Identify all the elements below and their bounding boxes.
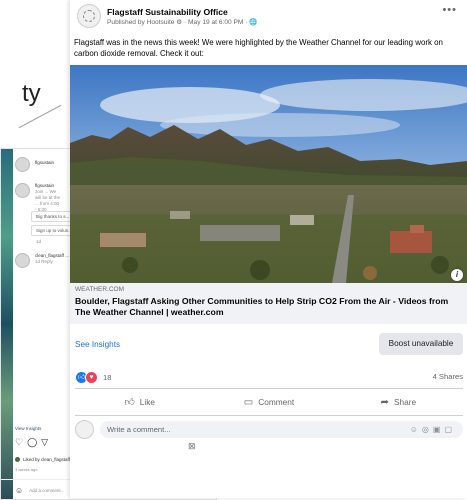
love-reaction-icon: ♥ — [85, 371, 98, 384]
avatar — [15, 457, 20, 462]
avatar[interactable] — [15, 157, 30, 172]
comment-user[interactable]: clean_flagstaff — [35, 253, 64, 258]
emoji-icon[interactable]: ☺ — [15, 486, 23, 495]
instagram-post-photo — [1, 149, 13, 499]
comment-input[interactable]: Write a comment... ☺◎▣▢ — [100, 421, 463, 438]
avatar[interactable] — [15, 253, 30, 268]
info-icon[interactable]: i — [451, 269, 463, 281]
comment-row: flgsustain Join ... We will be at the ..… — [15, 183, 61, 213]
emoji-icon[interactable]: ☺ — [410, 425, 422, 434]
divider — [75, 388, 463, 389]
link-headline[interactable]: Boulder, Flagstaff Asking Other Communit… — [75, 296, 460, 318]
page-avatar[interactable] — [77, 4, 101, 28]
comment-label: Comment — [258, 397, 295, 407]
avatar[interactable] — [75, 420, 94, 439]
background-decoration — [18, 104, 62, 129]
comment-icon: ▭ — [243, 396, 254, 408]
instagram-action-icons: ♡◯▽ — [15, 437, 52, 448]
page-name[interactable]: Flagstaff Sustainability Office — [107, 7, 257, 17]
like-button[interactable]: 👍︎ Like — [75, 391, 204, 413]
shares-count[interactable]: 4 Shares — [433, 372, 463, 381]
reaction-count: 18 — [103, 373, 112, 382]
see-insights-link[interactable]: See Insights — [75, 340, 120, 349]
avatar[interactable] — [15, 183, 30, 198]
link-preview-image[interactable] — [70, 65, 467, 283]
reply-chip[interactable]: Big thanks to s... — [31, 211, 75, 222]
post-time: 3 weeks ago — [15, 467, 38, 472]
like-label: Like — [139, 397, 155, 407]
background-slide-text: ty — [22, 80, 41, 107]
send-icon[interactable]: ▽ — [41, 437, 52, 447]
sticker-icon[interactable]: ▢ — [444, 425, 456, 434]
comment-composer: Write a comment... ☺◎▣▢ — [75, 420, 463, 439]
share-label: Share — [393, 397, 417, 407]
comment-user[interactable]: flgsustain — [35, 183, 54, 188]
comment-row: flgsustain — [15, 157, 54, 172]
link-domain: WEATHER.COM — [75, 286, 124, 293]
mountain-town-photo — [70, 65, 467, 283]
comment-user[interactable]: flgsustain — [35, 160, 54, 165]
gif-icon[interactable]: ▣ — [433, 425, 445, 434]
share-icon: ➦ — [380, 396, 389, 408]
more-options-icon[interactable]: ••• — [442, 4, 457, 16]
post-meta: Published by Hootsuite ⚙ · May 19 at 6:0… — [107, 18, 258, 26]
post-header: Flagstaff Sustainability Office Publishe… — [77, 4, 257, 28]
share-button[interactable]: ➦ Share — [334, 391, 463, 413]
post-actions: 👍︎ Like ▭ Comment ➦ Share — [75, 391, 463, 413]
comment-text: Join ... We will be at the ... from 4:00… — [35, 189, 61, 212]
thumbs-up-icon: 👍︎ — [124, 397, 135, 408]
comment-placeholder: Write a comment... — [107, 425, 171, 434]
divider — [75, 415, 463, 416]
comment-row: clean_flagstaff ... 1d Reply — [15, 253, 69, 268]
add-comment-input[interactable]: Add a comment... — [29, 488, 64, 493]
camera-icon[interactable]: ◎ — [422, 425, 433, 434]
link-preview[interactable]: WEATHER.COM Boulder, Flagstaff Asking Ot… — [70, 283, 467, 324]
comment-tools: ☺◎▣▢ — [410, 425, 456, 434]
comment-icon[interactable]: ◯ — [27, 437, 41, 447]
reactions-summary[interactable]: 👍︎ ♥ 18 — [75, 371, 111, 384]
heart-icon[interactable]: ♡ — [15, 437, 27, 447]
boost-button[interactable]: Boost unavailable — [379, 333, 463, 355]
view-insights-link[interactable]: View Insights — [15, 426, 41, 431]
comment-button[interactable]: ▭ Comment — [204, 391, 333, 413]
comment-text: ... — [65, 253, 69, 258]
document-icon: ⊠ — [188, 441, 196, 451]
comment-meta: 1d — [36, 239, 42, 244]
facebook-post-card: Flagstaff Sustainability Office Publishe… — [70, 0, 467, 498]
post-body-text: Flagstaff was in the news this week! We … — [74, 38, 443, 58]
comment-meta[interactable]: 1d Reply — [35, 259, 53, 264]
